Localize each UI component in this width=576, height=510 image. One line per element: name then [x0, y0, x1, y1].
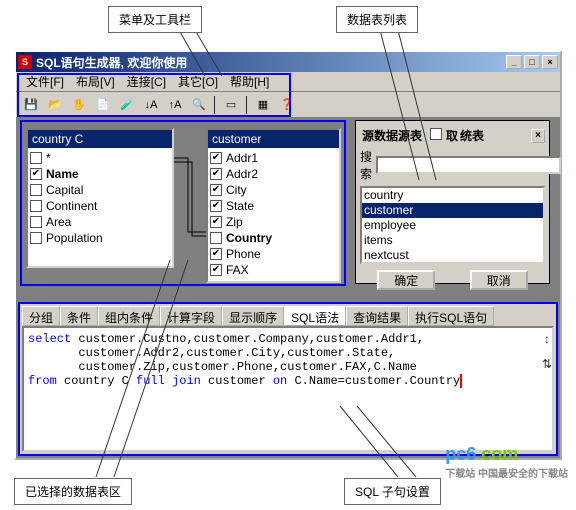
sort-desc-icon[interactable]: ↑A [164, 95, 186, 115]
source-item[interactable]: items [362, 233, 543, 248]
bottle-icon[interactable]: 🧪 [116, 95, 138, 115]
field-row[interactable]: Country [210, 230, 337, 246]
source-item[interactable]: nextord [362, 263, 543, 264]
menu-help[interactable]: 帮助[H] [224, 71, 275, 92]
source-close-button[interactable]: × [531, 129, 545, 143]
close-button[interactable]: × [542, 55, 558, 69]
field-row[interactable]: ✔City [210, 182, 337, 198]
field-row[interactable]: Capital [30, 182, 170, 198]
field-row[interactable]: ✔Zip [210, 214, 337, 230]
menu-connect[interactable]: 连接[C] [121, 71, 172, 92]
sys-table-checkbox[interactable] [430, 128, 442, 140]
field-row[interactable]: ✔Addr1 [210, 150, 337, 166]
titlebar: S SQL语句生成器, 欢迎你使用 _ □ × [16, 52, 560, 72]
tab-row: 分组条件组内条件计算字段显示顺序SQL语法查询结果执行SQL语句 [22, 306, 554, 326]
field-row[interactable]: Population [30, 230, 170, 246]
panel-customer-list: ✔Addr1✔Addr2✔City✔State✔ZipCountry✔Phone… [208, 148, 339, 280]
menu-file[interactable]: 文件[F] [20, 71, 70, 92]
callout-selected-tables: 已选择的数据表区 [14, 478, 132, 505]
save-icon[interactable]: 💾 [20, 95, 42, 115]
field-row[interactable]: ✔Name [30, 166, 170, 182]
move-down-icon[interactable]: ⇅ [542, 357, 552, 371]
field-row[interactable]: Continent [30, 198, 170, 214]
hand-icon[interactable]: ✋ [68, 95, 90, 115]
tab-3[interactable]: 计算字段 [160, 306, 222, 326]
source-item[interactable]: country [362, 188, 543, 203]
tab-5[interactable]: SQL语法 [284, 306, 346, 326]
field-row[interactable]: ✔Addr2 [210, 166, 337, 182]
source-item[interactable]: employee [362, 218, 543, 233]
sort-asc-icon[interactable]: ↓A [140, 95, 162, 115]
doc-icon[interactable]: 📄 [92, 95, 114, 115]
cancel-button[interactable]: 取消 [470, 270, 528, 290]
window-icon[interactable]: ▭ [220, 95, 242, 115]
field-row[interactable]: * [30, 150, 170, 166]
tab-6[interactable]: 查询结果 [346, 306, 408, 326]
find-icon[interactable]: 🔍 [188, 95, 210, 115]
grid-icon[interactable]: ▦ [252, 95, 274, 115]
panel-country-header: country C [28, 130, 172, 148]
menu-view[interactable]: 布局[V] [70, 71, 121, 92]
panel-country-list: *✔NameCapitalContinentAreaPopulation [28, 148, 172, 248]
app-window: S SQL语句生成器, 欢迎你使用 _ □ × 文件[F] 布局[V] 连接[C… [14, 50, 562, 460]
tab-1[interactable]: 条件 [60, 306, 98, 326]
app-icon: S [18, 55, 32, 69]
field-row[interactable]: ✔Phone [210, 246, 337, 262]
client-area: country C *✔NameCapitalContinentAreaPopu… [16, 118, 560, 458]
callout-table-list: 数据表列表 [336, 6, 418, 33]
menu-other[interactable]: 其它[O] [172, 71, 224, 92]
source-item[interactable]: customer [362, 203, 543, 218]
minimize-button[interactable]: _ [506, 55, 522, 69]
source-panel: 源数据源表 取 统表 × 搜索 countrycustomeremployeei… [355, 120, 550, 284]
field-row[interactable]: ✔State [210, 198, 337, 214]
ok-button[interactable]: 确定 [377, 270, 435, 290]
maximize-button[interactable]: □ [524, 55, 540, 69]
menubar: 文件[F] 布局[V] 连接[C] 其它[O] 帮助[H] [16, 72, 560, 92]
callout-sql-clause: SQL 子句设置 [344, 478, 441, 505]
source-list[interactable]: countrycustomeremployeeitemsnextcustnext… [360, 186, 545, 264]
move-up-icon[interactable]: ↕ [544, 332, 550, 346]
search-input[interactable] [376, 156, 561, 174]
window-title: SQL语句生成器, 欢迎你使用 [36, 54, 504, 71]
toolbar: 💾 📂 ✋ 📄 🧪 ↓A ↑A 🔍 ▭ ▦ ❓ [16, 92, 560, 118]
field-row[interactable]: Area [30, 214, 170, 230]
source-title: 源数据源表 [362, 127, 422, 144]
callout-menu-toolbar: 菜单及工具栏 [108, 6, 202, 33]
open-icon[interactable]: 📂 [44, 95, 66, 115]
tab-4[interactable]: 显示顺序 [222, 306, 284, 326]
sys-table-label: 统表 [460, 127, 484, 144]
source-item[interactable]: nextcust [362, 248, 543, 263]
help-icon[interactable]: ❓ [276, 95, 298, 115]
sql-editor[interactable]: select customer.Custno,customer.Company,… [22, 326, 554, 452]
search-label: 搜索 [360, 148, 372, 182]
tab-7[interactable]: 执行SQL语句 [408, 306, 494, 326]
panel-customer-header: customer [208, 130, 339, 148]
panel-country: country C *✔NameCapitalContinentAreaPopu… [26, 128, 174, 268]
tab-2[interactable]: 组内条件 [98, 306, 160, 326]
field-row[interactable]: ✔FAX [210, 262, 337, 278]
tab-0[interactable]: 分组 [22, 306, 60, 326]
panel-customer: customer ✔Addr1✔Addr2✔City✔State✔ZipCoun… [206, 128, 341, 283]
sql-tabs-area: 分组条件组内条件计算字段显示顺序SQL语法查询结果执行SQL语句 select … [18, 302, 558, 456]
